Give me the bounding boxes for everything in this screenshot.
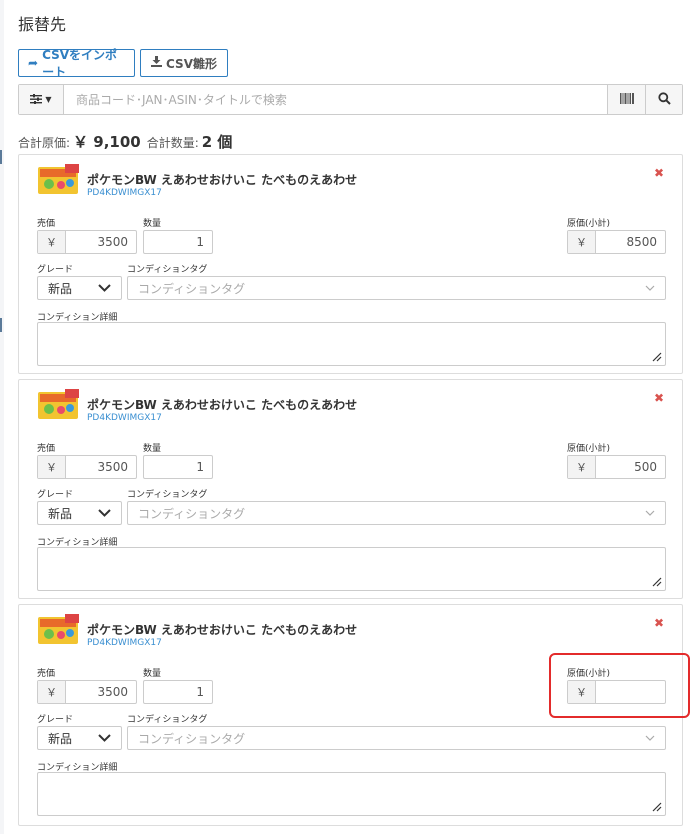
- import-csv-label: CSVをインポート: [42, 48, 118, 79]
- product-thumbnail: [37, 614, 81, 646]
- sidebar-marker: [0, 150, 2, 164]
- condition-tag-select[interactable]: コンディションタグ: [127, 276, 666, 300]
- resize-handle-icon[interactable]: [652, 802, 662, 812]
- condition-detail-textarea[interactable]: [37, 322, 666, 366]
- condition-tag-placeholder: コンディションタグ: [138, 506, 246, 521]
- product-thumbnail: [37, 164, 81, 196]
- condition-tag-select[interactable]: コンディションタグ: [127, 501, 666, 525]
- highlight-box: [549, 653, 690, 718]
- remove-item-button[interactable]: ✖: [654, 166, 664, 180]
- qty-label: 数量: [143, 669, 162, 679]
- condition-tag-placeholder: コンディションタグ: [138, 281, 246, 296]
- condition-tag-label: コンディションタグ: [127, 265, 208, 275]
- product-name: ポケモンBW えあわせおけいこ たべものえあわせ: [87, 173, 358, 187]
- price-input[interactable]: ￥ 3500: [37, 230, 137, 254]
- currency-addon: ￥: [568, 231, 596, 253]
- chevron-down-icon: [98, 280, 111, 296]
- condition-tag-select[interactable]: コンディションタグ: [127, 726, 666, 750]
- sliders-icon: [30, 93, 43, 107]
- product-code-link[interactable]: PD4KDWIMGX17: [87, 188, 162, 198]
- filter-dropdown-button[interactable]: ▼: [19, 85, 64, 114]
- condition-tag-placeholder: コンディションタグ: [138, 731, 246, 746]
- qty-input[interactable]: 1: [143, 230, 213, 254]
- download-icon: [151, 56, 163, 70]
- subtotal-value: 500: [634, 460, 657, 474]
- grade-select[interactable]: 新品: [37, 501, 122, 525]
- grade-value: 新品: [48, 281, 73, 296]
- page-title: 振替先: [18, 15, 67, 34]
- qty-label: 数量: [143, 444, 162, 454]
- price-label: 売価: [37, 219, 56, 229]
- price-value: 3500: [97, 685, 128, 699]
- currency-addon: ￥: [568, 456, 596, 478]
- qty-input[interactable]: 1: [143, 455, 213, 479]
- search-bar: ▼: [18, 84, 683, 115]
- remove-item-button[interactable]: ✖: [654, 391, 664, 405]
- product-code-link[interactable]: PD4KDWIMGX17: [87, 413, 162, 423]
- grade-select[interactable]: 新品: [37, 276, 122, 300]
- condition-tag-label: コンディションタグ: [127, 715, 208, 725]
- csv-template-label: CSV雛形: [166, 56, 217, 71]
- chevron-down-icon: [98, 730, 111, 746]
- qty-label: 数量: [143, 219, 162, 229]
- resize-handle-icon[interactable]: [652, 577, 662, 587]
- chevron-down-icon: [645, 283, 655, 294]
- left-sidebar-edge: [0, 0, 4, 834]
- subtotal-input[interactable]: ￥ 500: [567, 455, 666, 479]
- subtotal-label: 原価(小計): [567, 219, 611, 229]
- currency-addon: ￥: [38, 456, 66, 478]
- condition-tag-label: コンディションタグ: [127, 490, 208, 500]
- share-arrow-icon: ➦: [28, 56, 39, 70]
- remove-item-button[interactable]: ✖: [654, 616, 664, 630]
- price-input[interactable]: ￥ 3500: [37, 455, 137, 479]
- condition-detail-textarea[interactable]: [37, 547, 666, 591]
- subtotal-value: 8500: [626, 235, 657, 249]
- total-qty-value: 2 個: [201, 133, 233, 151]
- chevron-down-icon: [645, 733, 655, 744]
- currency-addon: ￥: [38, 231, 66, 253]
- price-input[interactable]: ￥ 3500: [37, 680, 137, 704]
- grade-label: グレード: [37, 490, 74, 500]
- total-qty-label: 合計数量:: [146, 136, 199, 150]
- caret-down-icon: ▼: [45, 95, 52, 104]
- product-name: ポケモンBW えあわせおけいこ たべものえあわせ: [87, 398, 358, 412]
- chevron-down-icon: [98, 505, 111, 521]
- chevron-down-icon: [645, 508, 655, 519]
- item-card: ポケモンBW えあわせおけいこ たべものえあわせ PD4KDWIMGX17 ✖ …: [18, 379, 683, 599]
- condition-detail-textarea[interactable]: [37, 772, 666, 816]
- search-input[interactable]: [64, 85, 607, 114]
- price-label: 売価: [37, 444, 56, 454]
- price-label: 売価: [37, 669, 56, 679]
- item-card: ポケモンBW えあわせおけいこ たべものえあわせ PD4KDWIMGX17 ✖ …: [18, 154, 683, 374]
- search-button[interactable]: [645, 85, 682, 114]
- sidebar-marker: [0, 318, 2, 332]
- grade-select[interactable]: 新品: [37, 726, 122, 750]
- price-value: 3500: [97, 235, 128, 249]
- currency-addon: ￥: [38, 681, 66, 703]
- barcode-icon: [619, 92, 634, 107]
- price-value: 3500: [97, 460, 128, 474]
- toolbar: ➦ CSVをインポート CSV雛形: [18, 48, 228, 79]
- grade-label: グレード: [37, 715, 74, 725]
- subtotal-label: 原価(小計): [567, 444, 611, 454]
- grade-label: グレード: [37, 265, 74, 275]
- total-cost-value: ￥ 9,100: [73, 133, 141, 151]
- subtotal-input[interactable]: ￥ 8500: [567, 230, 666, 254]
- magnifier-icon: [657, 91, 671, 108]
- product-thumbnail: [37, 389, 81, 421]
- csv-template-button[interactable]: CSV雛形: [140, 49, 228, 77]
- qty-input[interactable]: 1: [143, 680, 213, 704]
- grade-value: 新品: [48, 731, 73, 746]
- grade-value: 新品: [48, 506, 73, 521]
- import-csv-button[interactable]: ➦ CSVをインポート: [18, 48, 135, 79]
- total-cost-label: 合計原価:: [18, 136, 71, 150]
- product-name: ポケモンBW えあわせおけいこ たべものえあわせ: [87, 623, 358, 637]
- totals-summary: 合計原価: ￥ 9,100 合計数量: 2 個: [18, 131, 238, 152]
- product-code-link[interactable]: PD4KDWIMGX17: [87, 638, 162, 648]
- barcode-scan-button[interactable]: [607, 85, 645, 114]
- resize-handle-icon[interactable]: [652, 352, 662, 362]
